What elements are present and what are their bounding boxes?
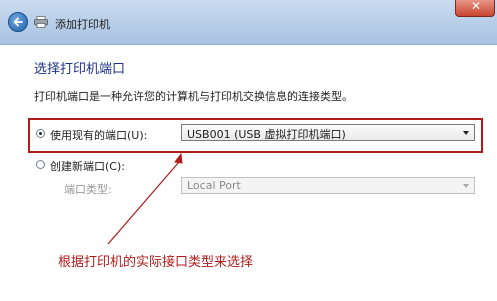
annotation-text: 根据打印机的实际接口类型来选择 bbox=[58, 255, 254, 270]
